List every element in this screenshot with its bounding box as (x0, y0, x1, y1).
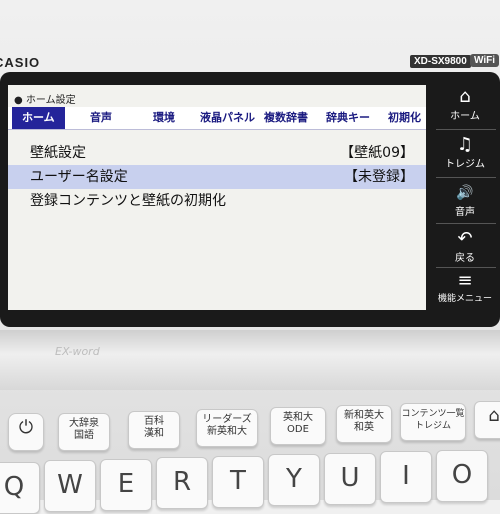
audio-side-button[interactable]: 🔊 音声 (430, 183, 500, 218)
daijisen-key[interactable]: 大辞泉 国語 (58, 413, 110, 451)
tab-environment[interactable]: 環境 (153, 109, 175, 125)
key-u[interactable]: U (324, 453, 376, 505)
model-badge: XD-SX9800 (410, 55, 471, 68)
home-key[interactable]: ⌂ (474, 401, 500, 439)
eiwa-ode-key[interactable]: 英和大 ODE (270, 407, 326, 445)
power-key[interactable]: ⏻ (8, 413, 44, 451)
tab-audio[interactable]: 音声 (90, 109, 112, 125)
treasure-side-button[interactable]: ♫ トレジム (430, 134, 500, 171)
encyclopedia-key[interactable]: 百科 漢和 (128, 411, 180, 449)
brand-logo: CASIO (0, 55, 41, 70)
tab-lcd-panel[interactable]: 液晶パネル (200, 109, 255, 125)
side-button-label: トレジム (445, 159, 485, 170)
username-setting-row[interactable]: ユーザー名設定 【未登録】 (8, 165, 426, 189)
back-side-button[interactable]: ↶ 戻る (430, 228, 500, 265)
key-i[interactable]: I (380, 451, 432, 503)
home-side-button[interactable]: ⌂ ホーム (430, 86, 500, 123)
side-button-label: 戻る (455, 253, 475, 264)
side-button-panel: ⌂ ホーム ♫ トレジム 🔊 音声 ↶ 戻る ≡ 機能メニュー (430, 85, 500, 310)
waei-key[interactable]: 新和英大 和英 (336, 405, 392, 443)
side-button-label: ホーム (450, 111, 480, 122)
key-y[interactable]: Y (268, 454, 320, 506)
function-menu-side-button[interactable]: ≡ 機能メニュー (430, 270, 500, 305)
divider (436, 177, 496, 178)
tab-dictionary-key[interactable]: 辞典キー (326, 109, 370, 125)
menu-icon: ≡ (457, 270, 473, 291)
row-label: 壁紙設定 (30, 145, 86, 161)
wifi-badge: WiFi (470, 54, 500, 67)
key-t[interactable]: T (212, 456, 264, 508)
divider (436, 223, 496, 224)
key-w[interactable]: W (44, 460, 96, 512)
row-label: ユーザー名設定 (30, 169, 128, 185)
tab-reset[interactable]: 初期化 (388, 109, 421, 125)
key-o[interactable]: O (436, 450, 488, 502)
power-icon: ⏻ (18, 417, 34, 438)
treasure-icon: ♫ (456, 134, 474, 155)
home-icon: ⌂ (459, 86, 471, 107)
exword-logo: EX-word (55, 345, 100, 358)
home-icon: ⌂ (488, 405, 500, 426)
readers-key[interactable]: リーダーズ 新英和大 (196, 409, 258, 447)
wallpaper-setting-row[interactable]: 壁紙設定 【壁紙09】 (8, 141, 426, 165)
key-q[interactable]: Q (0, 462, 40, 514)
divider (436, 129, 496, 130)
side-button-label: 音声 (455, 207, 475, 218)
reset-content-row[interactable]: 登録コンテンツと壁紙の初期化 (8, 189, 426, 213)
row-value: 【未登録】 (344, 169, 414, 185)
hinge (0, 330, 500, 390)
divider (436, 267, 496, 268)
tab-multi-dictionary[interactable]: 複数辞書 (264, 109, 308, 125)
tab-home[interactable]: ホーム (12, 107, 65, 129)
key-r[interactable]: R (156, 457, 208, 509)
speaker-icon: 🔊 (456, 185, 474, 201)
row-value: 【壁紙09】 (340, 145, 414, 161)
row-label: 登録コンテンツと壁紙の初期化 (30, 193, 226, 209)
lcd-screen: ● ホーム設定 ホーム 音声 環境 液晶パネル 複数辞書 辞典キー 初期化 壁紙… (8, 85, 426, 310)
tab-bar: ホーム 音声 環境 液晶パネル 複数辞書 辞典キー 初期化 (8, 107, 426, 130)
side-button-label: 機能メニュー (437, 294, 492, 304)
content-list-key[interactable]: コンテンツ一覧 トレジム (400, 403, 466, 441)
breadcrumb: ● ホーム設定 (14, 95, 76, 106)
key-e[interactable]: E (100, 459, 152, 511)
back-icon: ↶ (457, 228, 473, 249)
